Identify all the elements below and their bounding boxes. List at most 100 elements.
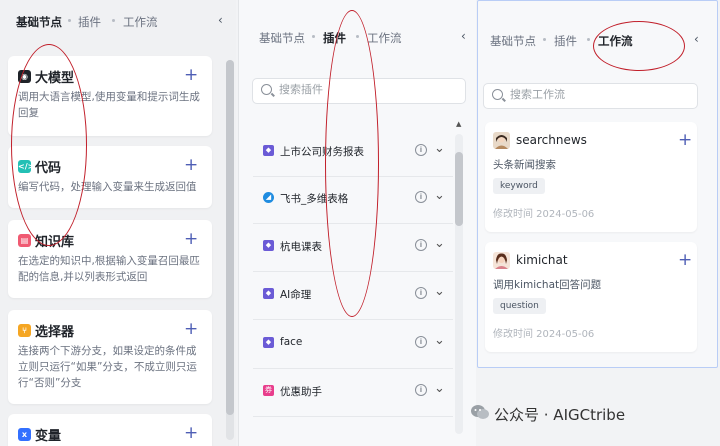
panel-tabs: 基础节点 插件 工作流 ‹ [239, 0, 476, 46]
variable-icon: x [18, 428, 31, 441]
plugin-search-input[interactable] [277, 82, 431, 97]
scrollbar-thumb[interactable] [226, 60, 234, 415]
node-card-selector[interactable]: ⑂ 选择器 + 连接两个下游分支，如果设定的条件成立则只运行“如果”分支，不成立… [8, 310, 212, 404]
info-icon[interactable]: i [415, 384, 427, 396]
workflow-description: 调用kimichat回答问题 [493, 279, 602, 291]
llm-icon: ◉ [18, 70, 31, 83]
plugin-name: face [280, 336, 303, 348]
add-node-button[interactable]: + [184, 425, 198, 442]
node-title: 变量 [35, 429, 62, 444]
info-icon[interactable]: i [415, 239, 427, 251]
node-title: 知识库 [35, 235, 75, 250]
tab-plugins[interactable]: 插件 [554, 33, 577, 49]
tab-separator [587, 38, 590, 41]
plugin-item[interactable]: ◆ face i ⌄ [253, 322, 453, 369]
tab-separator [543, 38, 546, 41]
info-icon[interactable]: i [415, 191, 427, 203]
selector-icon: ⑂ [18, 324, 31, 337]
node-card-knowledge[interactable]: ▤ 知识库 + 在选定的知识中,根据输入变量召回最匹配的信息,并以列表形式返回 [8, 220, 212, 298]
node-card-llm[interactable]: ◉ 大模型 + 调用大语言模型,使用变量和提示词生成回复 [8, 56, 212, 136]
plugin-icon: ◆ [263, 337, 274, 348]
code-icon: </> [18, 160, 35, 173]
plugin-icon: ◆ [263, 240, 274, 251]
info-icon[interactable]: i [415, 144, 427, 156]
avatar [493, 132, 510, 149]
tab-basic-nodes[interactable]: 基础节点 [490, 33, 536, 49]
add-node-button[interactable]: + [184, 321, 198, 338]
plugin-name: 优惠助手 [280, 386, 322, 398]
workflow-name: kimichat [516, 253, 568, 267]
panel-tabs: 基础节点 插件 工作流 ‹ [478, 1, 717, 48]
knowledge-icon: ▤ [18, 234, 31, 247]
tab-plugins[interactable]: 插件 [78, 14, 101, 30]
add-node-button[interactable]: + [184, 157, 198, 174]
search-icon [261, 84, 272, 95]
tab-separator [356, 35, 359, 38]
tab-separator [112, 19, 115, 22]
wechat-icon [470, 402, 490, 422]
plugin-name: 上市公司财务报表 [280, 146, 364, 158]
node-description: 连接两个下游分支，如果设定的条件成立则只运行“如果”分支，不成立则只运行“否则”… [18, 345, 197, 389]
scrollbar-thumb[interactable] [455, 152, 463, 226]
node-title: 选择器 [35, 325, 75, 340]
scroll-up-arrow[interactable]: ▲ [456, 120, 461, 128]
avatar [493, 252, 510, 269]
plugin-name: 飞书_多维表格 [280, 193, 349, 205]
workflow-search-input[interactable] [508, 87, 662, 102]
collapse-panel-button[interactable]: ‹ [461, 29, 466, 43]
plugin-item[interactable]: ◆ 上市公司财务报表 i ⌄ [253, 130, 453, 177]
plugins-panel: 基础节点 插件 工作流 ‹ ◆ 上市公司财务报表 i ⌄ ◢ 飞书_多维表格 i… [238, 0, 476, 446]
modified-time: 修改时间 2024-05-06 [493, 209, 595, 220]
info-icon[interactable]: i [415, 336, 427, 348]
tab-workflows[interactable]: 工作流 [367, 30, 402, 46]
tab-basic-nodes[interactable]: 基础节点 [259, 30, 305, 46]
workflow-card[interactable]: kimichat + 调用kimichat回答问题 question 修改时间 … [485, 242, 697, 352]
scrollbar[interactable] [455, 134, 463, 434]
tab-separator [68, 19, 71, 22]
workflow-search[interactable] [483, 83, 698, 109]
tab-workflows[interactable]: 工作流 [598, 33, 633, 49]
chevron-down-icon[interactable]: ⌄ [434, 284, 445, 299]
add-workflow-button[interactable]: + [678, 252, 692, 269]
chevron-down-icon[interactable]: ⌄ [434, 236, 445, 251]
tab-plugins[interactable]: 插件 [323, 30, 346, 46]
node-description: 在选定的知识中,根据输入变量召回最匹配的信息,并以列表形式返回 [18, 255, 200, 283]
param-tag: keyword [493, 178, 545, 194]
node-description: 编写代码，处理输入变量来生成返回值 [18, 181, 197, 193]
plugin-icon: ◆ [263, 288, 274, 299]
tab-workflows[interactable]: 工作流 [123, 14, 158, 30]
node-title: 代码 [35, 161, 62, 176]
collapse-panel-button[interactable]: ‹ [694, 32, 699, 46]
chevron-down-icon[interactable]: ⌄ [434, 141, 445, 156]
plugin-name: AI命理 [280, 289, 312, 301]
plugin-item[interactable]: ◆ 杭电课表 i ⌄ [253, 225, 453, 272]
plugin-icon: ◆ [263, 145, 274, 156]
info-icon[interactable]: i [415, 287, 427, 299]
chevron-down-icon[interactable]: ⌄ [434, 333, 445, 348]
node-card-code[interactable]: </> 代码 + 编写代码，处理输入变量来生成返回值 [8, 146, 212, 208]
workflow-name: searchnews [516, 133, 587, 147]
panel-tabs: 基础节点 插件 工作流 ‹ [0, 0, 236, 44]
workflow-card[interactable]: searchnews + 头条新闻搜索 keyword 修改时间 2024-05… [485, 122, 697, 232]
collapse-panel-button[interactable]: ‹ [218, 13, 223, 27]
plugin-item[interactable]: ◆ AI命理 i ⌄ [253, 273, 453, 320]
search-icon [492, 89, 503, 100]
chevron-down-icon[interactable]: ⌄ [434, 188, 445, 203]
node-description: 调用大语言模型,使用变量和提示词生成回复 [18, 91, 200, 119]
feishu-icon: ◢ [263, 192, 274, 203]
tab-separator [312, 35, 315, 38]
add-node-button[interactable]: + [184, 231, 198, 248]
add-node-button[interactable]: + [184, 67, 198, 84]
tab-basic-nodes[interactable]: 基础节点 [16, 14, 62, 30]
param-tag: question [493, 298, 546, 314]
plugin-search[interactable] [252, 78, 466, 104]
workflows-panel: 基础节点 插件 工作流 ‹ searchnews + 头条新闻搜索 keywor… [477, 0, 718, 368]
scrollbar[interactable] [226, 60, 234, 440]
node-card-variable[interactable]: x 变量 + [8, 414, 212, 446]
watermark-text: 公众号 · AIGCtribe [494, 406, 626, 424]
workflow-description: 头条新闻搜索 [493, 159, 556, 171]
chevron-down-icon[interactable]: ⌄ [434, 381, 445, 396]
plugin-item[interactable]: 券 优惠助手 i ⌄ [253, 370, 453, 417]
plugin-item[interactable]: ◢ 飞书_多维表格 i ⌄ [253, 177, 453, 224]
add-workflow-button[interactable]: + [678, 132, 692, 149]
